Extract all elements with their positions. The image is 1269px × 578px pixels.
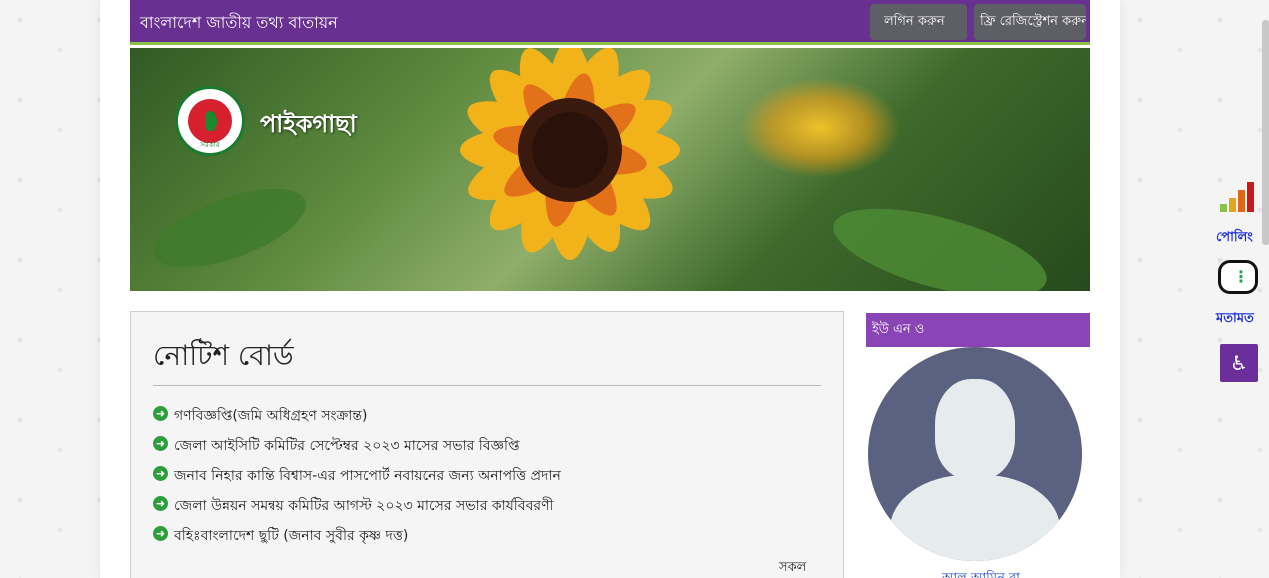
poll-bar xyxy=(1238,190,1245,212)
top-header-bar: বাংলাদেশ জাতীয় তথ্য বাতায়ন লগিন করুন ফ… xyxy=(130,0,1090,45)
poll-bar xyxy=(1229,198,1236,212)
arrow-right-icon: ➜ xyxy=(153,436,168,451)
list-item: ➜ জেলা উন্নয়ন সমন্বয় কমিটির আগস্ট ২০২৩… xyxy=(153,494,813,524)
list-item: ➜ গণবিজ্ঞপ্তি(জমি অধিগ্রহণ সংক্রান্ত) xyxy=(153,404,813,434)
uno-heading: ইউ এন ও xyxy=(866,313,1090,347)
register-button[interactable]: ফ্রি রেজিস্ট্রেশন করুন xyxy=(974,4,1086,40)
emblem-red-circle xyxy=(188,99,232,143)
avatar-body-shape xyxy=(890,475,1060,561)
poll-bar xyxy=(1247,182,1254,212)
bangladesh-map-icon xyxy=(205,111,217,131)
list-item: ➜ জনাব নিহার কান্তি বিশ্বাস-এর পাসপোর্ট … xyxy=(153,464,813,494)
government-emblem: সরকার xyxy=(175,86,245,156)
view-all-link[interactable]: সকল xyxy=(779,558,806,578)
avatar-head-shape xyxy=(935,379,1015,479)
arrow-right-icon: ➜ xyxy=(153,496,168,511)
officer-name-link[interactable]: আল আমিন রা xyxy=(942,569,1020,578)
banner-leaf xyxy=(144,172,316,284)
list-item: ➜ বহিঃবাংলাদেশ ছুটি (জনাব সুবীর কৃষ্ণ দত… xyxy=(153,524,813,554)
chat-dots-icon: ⋮ xyxy=(1233,267,1249,286)
poll-chart-icon[interactable] xyxy=(1220,180,1256,212)
notice-board: নোটিশ বোর্ড ➜ গণবিজ্ঞপ্তি(জমি অধিগ্রহণ স… xyxy=(130,311,844,578)
poll-label[interactable]: পোলিং xyxy=(1216,228,1253,249)
accessibility-button[interactable]: ♿ xyxy=(1220,344,1258,382)
page-container: বাংলাদেশ জাতীয় তথ্য বাতায়ন লগিন করুন ফ… xyxy=(100,0,1120,578)
feedback-label[interactable]: মতামত xyxy=(1216,309,1254,330)
login-button[interactable]: লগিন করুন xyxy=(870,4,967,40)
arrow-right-icon: ➜ xyxy=(153,526,168,541)
site-title[interactable]: বাংলাদেশ জাতীয় তথ্য বাতায়ন xyxy=(140,10,338,37)
scrollbar[interactable] xyxy=(1262,20,1269,245)
emblem-text: সরকার xyxy=(200,141,220,149)
notice-link[interactable]: জেলা আইসিটি কমিটির সেপ্টেম্বর ২০২৩ মাসের… xyxy=(174,434,520,458)
divider xyxy=(153,385,821,386)
chat-feedback-icon[interactable]: ⋮ xyxy=(1218,260,1258,294)
poll-bar xyxy=(1220,204,1227,212)
place-name[interactable]: পাইকগাছা xyxy=(260,106,357,146)
list-item: ➜ জেলা আইসিটি কমিটির সেপ্টেম্বর ২০২৩ মাস… xyxy=(153,434,813,464)
arrow-right-icon: ➜ xyxy=(153,406,168,421)
sunflower-image xyxy=(460,48,680,260)
header-banner: সরকার পাইকগাছা xyxy=(130,48,1090,291)
avatar xyxy=(868,347,1082,561)
notice-link[interactable]: জনাব নিহার কান্তি বিশ্বাস-এর পাসপোর্ট নব… xyxy=(174,464,561,488)
notice-board-title: নোটিশ বোর্ড xyxy=(153,339,294,372)
notice-link[interactable]: বহিঃবাংলাদেশ ছুটি (জনাব সুবীর কৃষ্ণ দত্ত… xyxy=(174,524,408,548)
notice-link[interactable]: জেলা উন্নয়ন সমন্বয় কমিটির আগস্ট ২০২৩ ম… xyxy=(174,494,554,518)
notice-list: ➜ গণবিজ্ঞপ্তি(জমি অধিগ্রহণ সংক্রান্ত) ➜ … xyxy=(153,404,813,554)
notice-link[interactable]: গণবিজ্ঞপ্তি(জমি অধিগ্রহণ সংক্রান্ত) xyxy=(174,404,367,428)
arrow-right-icon: ➜ xyxy=(153,466,168,481)
banner-leaf xyxy=(824,190,1056,291)
